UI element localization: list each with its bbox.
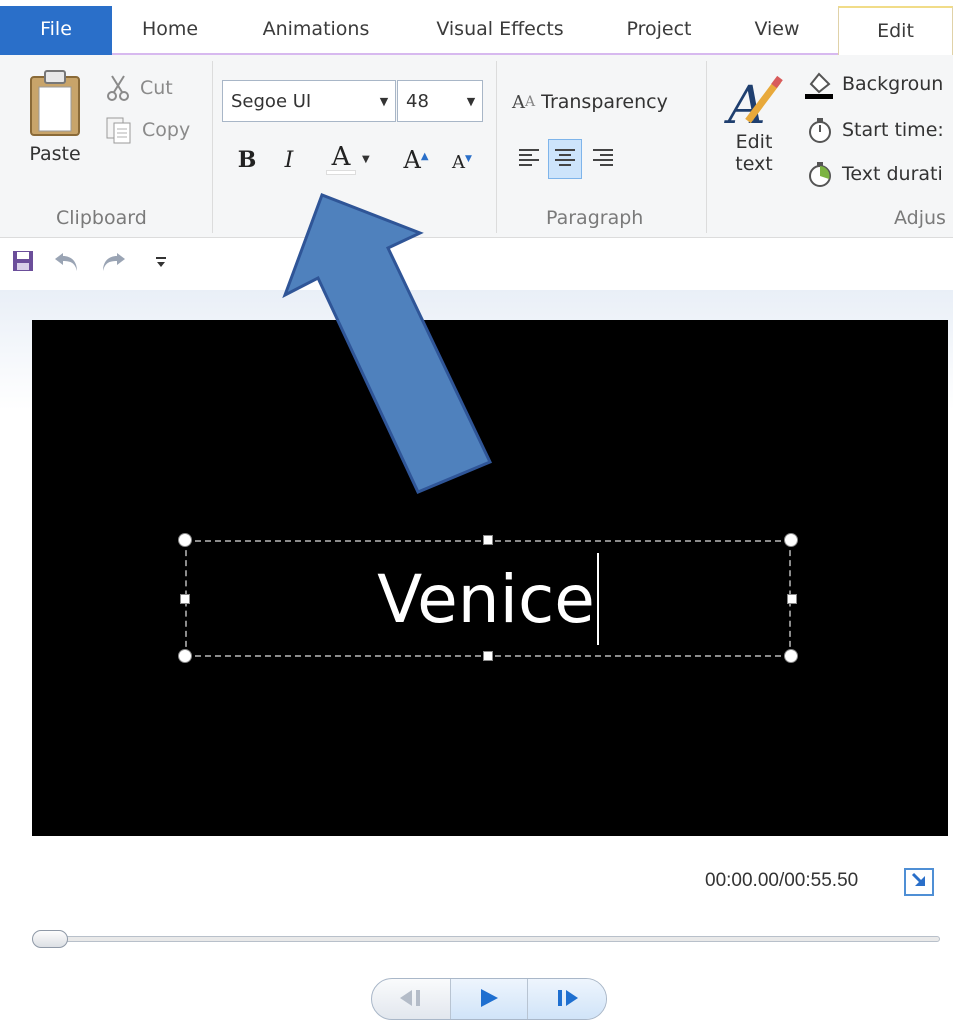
redo-button[interactable]: [98, 248, 128, 278]
chevron-down-icon: ▼: [466, 94, 476, 108]
tab-edit[interactable]: Edit: [838, 6, 953, 55]
tab-file[interactable]: File: [0, 6, 112, 55]
seek-bar[interactable]: [36, 936, 940, 942]
quick-access-toolbar: [0, 238, 953, 290]
edit-text-label-line1: Edit: [735, 131, 773, 153]
font-color-icon: A: [326, 144, 356, 175]
resize-handle-right[interactable]: [787, 594, 797, 604]
cut-button[interactable]: Cut: [104, 71, 173, 105]
cut-label: Cut: [140, 77, 173, 99]
resize-handle-top[interactable]: [483, 535, 493, 545]
text-cursor: [596, 552, 599, 645]
caption-text-wrapper: Venice: [187, 542, 789, 655]
undo-button[interactable]: [52, 248, 82, 278]
group-divider: [212, 61, 213, 233]
tab-project[interactable]: Project: [612, 6, 706, 53]
stopwatch-icon: [804, 116, 836, 144]
ribbon: Paste Cut Copy Clipboard Segoe UI ▼ 48 ▼…: [0, 55, 953, 238]
text-duration-label: Text durati: [842, 163, 943, 185]
clipboard-group-label: Clipboard: [56, 207, 147, 229]
stopwatch-icon: [804, 160, 836, 188]
transparency-button[interactable]: AA Transparency: [512, 85, 668, 119]
font-size-select[interactable]: 48 ▼: [397, 80, 483, 122]
paragraph-group-label: Paragraph: [546, 207, 644, 229]
chevron-down-icon: [154, 254, 168, 273]
paste-icon: [27, 69, 83, 139]
tab-home[interactable]: Home: [128, 6, 212, 53]
customize-toolbar-button[interactable]: [146, 248, 176, 278]
save-button[interactable]: [8, 248, 38, 278]
chevron-down-icon: ▼: [379, 94, 389, 108]
italic-icon: I: [284, 147, 294, 173]
font-family-select[interactable]: Segoe UI ▼: [222, 80, 396, 122]
previous-frame-button[interactable]: [372, 979, 450, 1019]
edit-text-button[interactable]: A Edit text: [720, 71, 788, 195]
start-time-label: Start time:: [842, 119, 944, 141]
paste-label: Paste: [29, 143, 81, 165]
next-frame-icon: [555, 988, 581, 1012]
align-left-icon: [518, 147, 540, 171]
resize-handle-bottom-left[interactable]: [178, 649, 192, 663]
playback-time: 00:00.00/00:55.50: [705, 870, 859, 891]
resize-handle-left[interactable]: [180, 594, 190, 604]
italic-button[interactable]: I: [276, 145, 302, 175]
copy-button[interactable]: Copy: [104, 113, 190, 147]
transparency-icon: AA: [512, 91, 536, 113]
tab-view[interactable]: View: [738, 6, 816, 53]
font-size-value: 48: [406, 90, 429, 112]
scissors-icon: [104, 74, 132, 102]
popout-preview-button[interactable]: [904, 868, 934, 896]
adjust-group-label: Adjus: [894, 207, 946, 229]
copy-icon: [104, 116, 134, 144]
group-divider: [496, 61, 497, 233]
tab-visual-effects[interactable]: Visual Effects: [420, 6, 580, 53]
shrink-font-button[interactable]: A▼: [446, 147, 478, 177]
align-right-icon: [592, 147, 614, 171]
copy-label: Copy: [142, 119, 191, 141]
background-color-button[interactable]: Backgroun: [802, 67, 943, 101]
align-center-button[interactable]: [548, 139, 582, 179]
start-time-field[interactable]: Start time:: [804, 113, 944, 147]
next-frame-button[interactable]: [528, 979, 606, 1019]
ribbon-tab-bar: File Home Animations Visual Effects Proj…: [0, 0, 953, 55]
resize-handle-top-right[interactable]: [784, 533, 798, 547]
undo-icon: [53, 249, 81, 277]
redo-icon: [99, 249, 127, 277]
align-center-icon: [554, 147, 576, 171]
play-button[interactable]: [450, 979, 528, 1019]
paint-bucket-icon: [802, 68, 836, 100]
grow-font-button[interactable]: A▲: [400, 143, 432, 177]
font-family-value: Segoe UI: [231, 90, 312, 112]
resize-handle-bottom-right[interactable]: [784, 649, 798, 663]
resize-handle-top-left[interactable]: [178, 533, 192, 547]
background-color-label: Backgroun: [842, 73, 944, 95]
seek-thumb[interactable]: [32, 930, 68, 948]
tab-animations[interactable]: Animations: [244, 6, 388, 53]
text-duration-field[interactable]: Text durati: [804, 157, 943, 191]
chevron-down-icon: ▼: [362, 153, 370, 165]
edit-text-icon: A: [724, 71, 784, 131]
caption-textbox[interactable]: Venice: [185, 540, 791, 657]
resize-handle-bottom[interactable]: [483, 651, 493, 661]
popout-arrow-icon: [910, 871, 928, 893]
playback-controls: [371, 978, 607, 1020]
save-icon: [12, 250, 34, 276]
align-left-button[interactable]: [512, 139, 546, 179]
paste-button[interactable]: Paste: [22, 69, 88, 189]
video-preview[interactable]: Venice: [32, 320, 948, 836]
group-divider: [706, 61, 707, 233]
previous-frame-icon: [398, 988, 424, 1012]
edit-text-label-line2: text: [735, 153, 773, 175]
grow-font-icon: A▲: [403, 146, 429, 174]
play-icon: [478, 987, 500, 1013]
font-color-button[interactable]: A ▼: [326, 139, 382, 179]
bold-icon: B: [237, 147, 257, 173]
caption-text: Venice: [377, 561, 595, 638]
bold-button[interactable]: B: [234, 145, 260, 175]
transparency-label: Transparency: [541, 91, 668, 113]
align-right-button[interactable]: [586, 139, 620, 179]
shrink-font-icon: A▼: [452, 151, 472, 173]
